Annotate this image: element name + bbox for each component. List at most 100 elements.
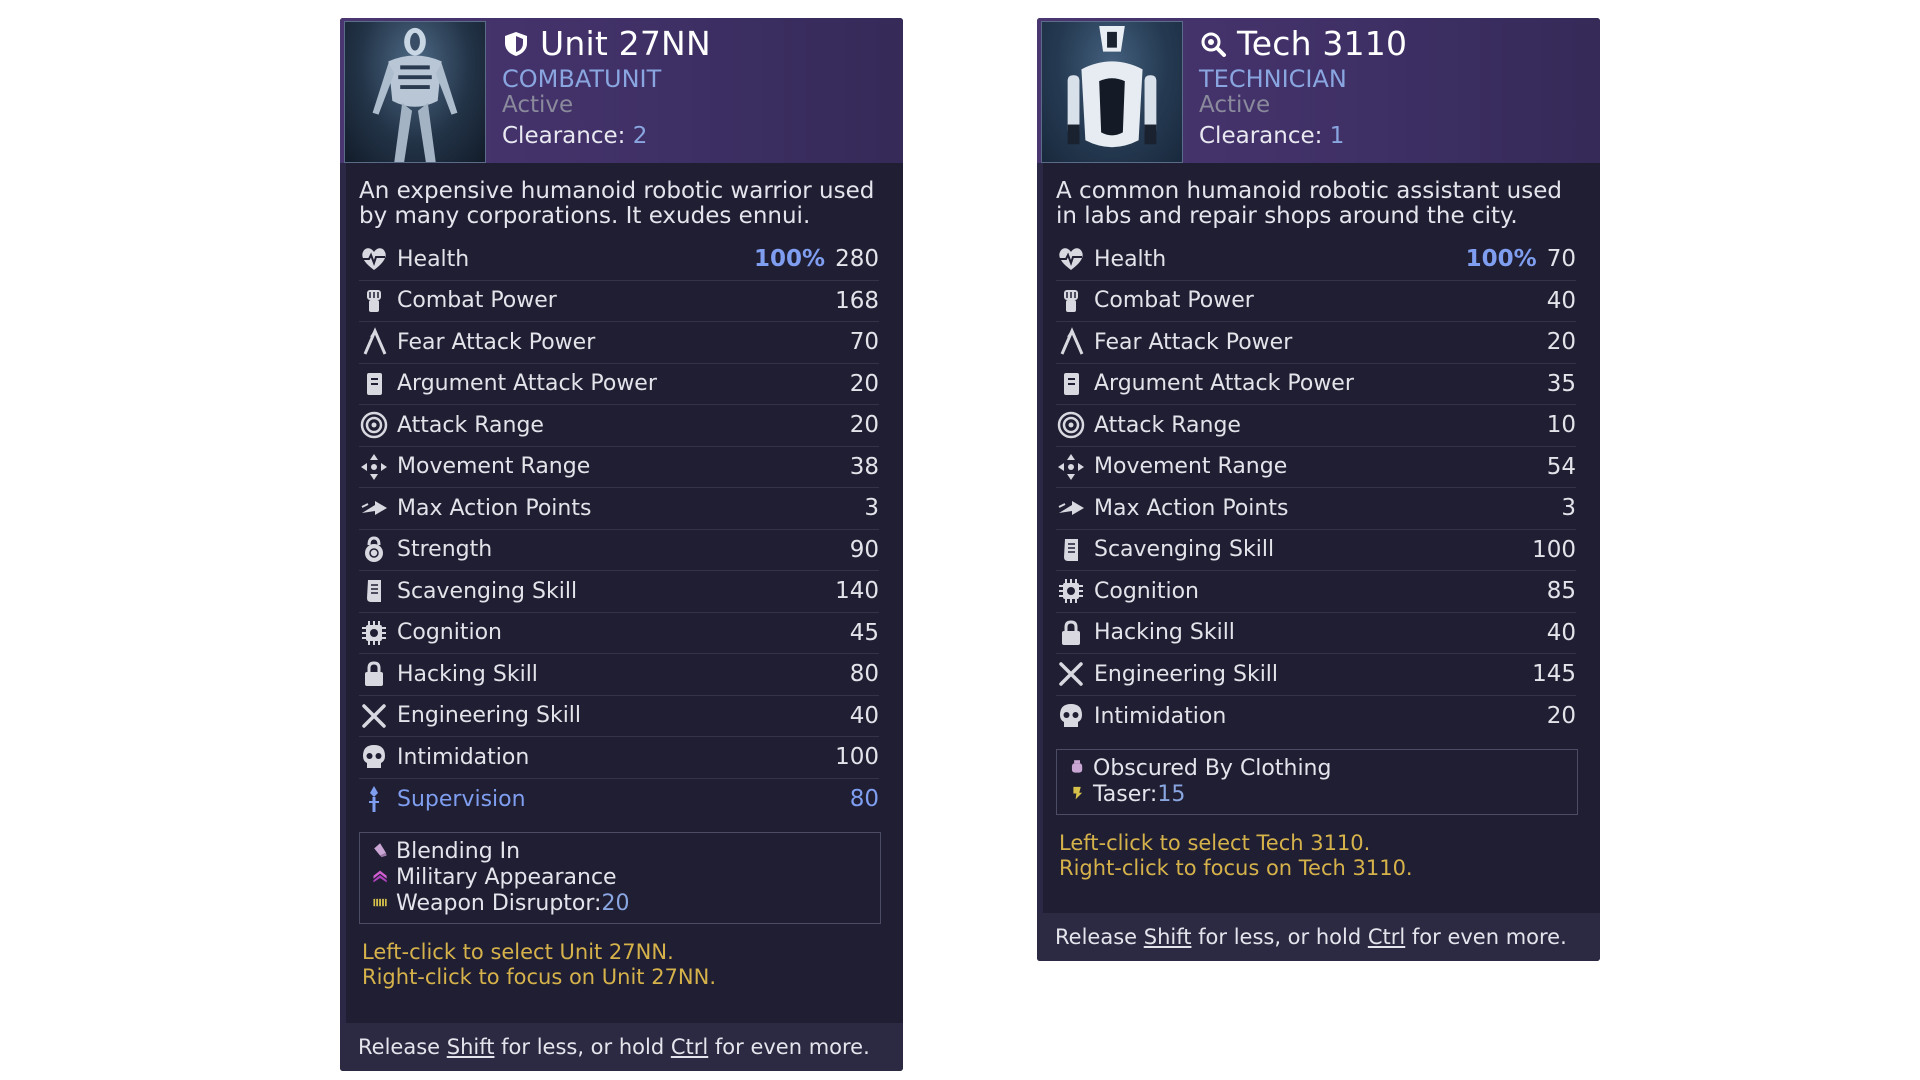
stat-value: 35 [1546,370,1576,397]
stat-label: Cognition [397,620,502,646]
stat-label: Fear Attack Power [1094,329,1293,355]
stat-label: Max Action Points [1094,495,1289,521]
trait-label: Obscured By Clothing [1093,756,1332,781]
unit-description: An expensive humanoid robotic warrior us… [359,178,875,229]
stat-row: Combat Power 168 [359,281,879,322]
stat-label: Scavenging Skill [1094,537,1275,563]
blend-icon [372,841,394,863]
stat-label: Combat Power [397,288,557,314]
heartbeat-icon [359,243,397,275]
stat-row: Cognition 45 [359,613,879,654]
stat-value: 45 [849,619,879,646]
stat-label: Fear Attack Power [397,329,596,355]
stat-row: Strength 90 [359,530,879,571]
claw-icon [1056,326,1094,358]
trait-label: Blending In [396,839,521,864]
stat-row: Intimidation 100 [359,737,879,779]
scroll-icon [359,575,397,607]
stat-row: Combat Power 40 [1056,281,1576,322]
stat-value: 80 [849,786,879,813]
jar-icon [1069,758,1091,780]
stat-row: Intimidation 20 [1056,696,1576,738]
skull-icon [359,741,397,773]
stat-percent: 100% [1465,246,1537,273]
unit-class: COMBATUNIT [502,65,662,93]
footer-hint: Release Shift for less, or hold Ctrl for… [340,1023,903,1071]
hint-focus: Right-click to focus on Tech 3110. [1059,856,1413,880]
clearance-value: 2 [632,123,648,149]
stat-row: Argument Attack Power 35 [1056,364,1576,405]
padlock-icon [359,658,397,690]
stat-row: Max Action Points 3 [359,488,879,530]
stat-row: Hacking Skill 40 [1056,613,1576,654]
magnifier-gear-icon [1199,30,1227,58]
kettlebell-icon [359,534,397,566]
stat-label: Intimidation [1094,703,1227,729]
trait-value: 20 [601,891,630,916]
clearance-value: 1 [1329,123,1345,149]
target-icon [1056,409,1094,441]
crossed-tools-icon [1056,658,1094,690]
stat-label: Argument Attack Power [1094,371,1354,397]
unit-clearance: Clearance: 2 [502,123,647,149]
chevron-rank-icon [372,867,394,889]
shield-icon [502,30,530,58]
stat-row: Attack Range 20 [359,405,879,447]
stat-row: Engineering Skill 40 [359,696,879,737]
chip-icon [1056,575,1094,607]
trait-item: Military Appearance [372,865,868,891]
stat-label: Engineering Skill [397,703,582,729]
claw-icon [359,326,397,358]
trait-list: Blending In Military Appearance Weapon Dis… [359,832,881,924]
padlock-icon [1056,617,1094,649]
stat-row: Hacking Skill 80 [359,654,879,696]
unit-status: Active [1199,92,1271,118]
unit-tooltip-card: Tech 3110 TECHNICIAN Active Clearance: 1… [1037,18,1600,961]
skull-icon [1056,700,1094,732]
stat-value: 80 [849,661,879,688]
unit-status: Active [502,92,574,118]
unit-name: Unit 27NN [540,24,711,63]
unit-tooltip-card: Unit 27NN COMBATUNIT Active Clearance: 2… [340,18,903,1071]
trait-item: Weapon Disruptor: 20 [372,891,868,917]
stat-row: Fear Attack Power 20 [1056,322,1576,364]
stat-row: Movement Range 54 [1056,447,1576,488]
stat-row: Max Action Points 3 [1056,488,1576,530]
stat-value: 100 [835,744,879,771]
stat-row: Health 100% 70 [1056,239,1576,281]
stat-row: Health 100% 280 [359,239,879,281]
stat-row: Cognition 85 [1056,571,1576,613]
hint-select: Left-click to select Tech 3110. [1059,831,1371,855]
fist-icon [1056,285,1094,317]
stat-value: 100 [1532,536,1576,563]
stat-value: 168 [835,287,879,314]
click-hints: Left-click to select Tech 3110. Right-cl… [1059,831,1582,881]
card-header: Tech 3110 TECHNICIAN Active Clearance: 1 [1037,18,1600,163]
stat-value: 20 [849,412,879,439]
footer-text: Release [358,1035,447,1059]
crossed-tools-icon [359,700,397,732]
stat-value: 70 [1546,246,1576,273]
stat-value: 20 [1546,703,1576,730]
card-header: Unit 27NN COMBATUNIT Active Clearance: 2 [340,18,903,163]
stat-row: Engineering Skill 145 [1056,654,1576,696]
move-arrows-icon [359,451,397,483]
trait-label: Taser: [1093,782,1158,807]
hint-focus: Right-click to focus on Unit 27NN. [362,965,717,989]
ctrl-key: Ctrl [670,1035,709,1059]
stat-row: Fear Attack Power 70 [359,322,879,364]
trait-list: Obscured By Clothing Taser: 15 [1056,749,1578,815]
trait-item: Taser: 15 [1069,782,1565,808]
stat-list: Health 100% 280 Combat Power 168 Fear Attack … [359,239,879,820]
fist-icon [359,285,397,317]
stat-label: Supervision [397,786,526,812]
shift-key: Shift [1143,925,1192,949]
disruptor-icon [372,893,394,915]
stat-label: Cognition [1094,578,1199,604]
stat-value: 70 [849,329,879,356]
unit-portrait [1041,21,1183,163]
stat-label: Attack Range [1094,412,1241,438]
scroll-icon [1056,534,1094,566]
footer-hint: Release Shift for less, or hold Ctrl for… [1037,913,1600,961]
footer-text: for even more. [1405,925,1567,949]
